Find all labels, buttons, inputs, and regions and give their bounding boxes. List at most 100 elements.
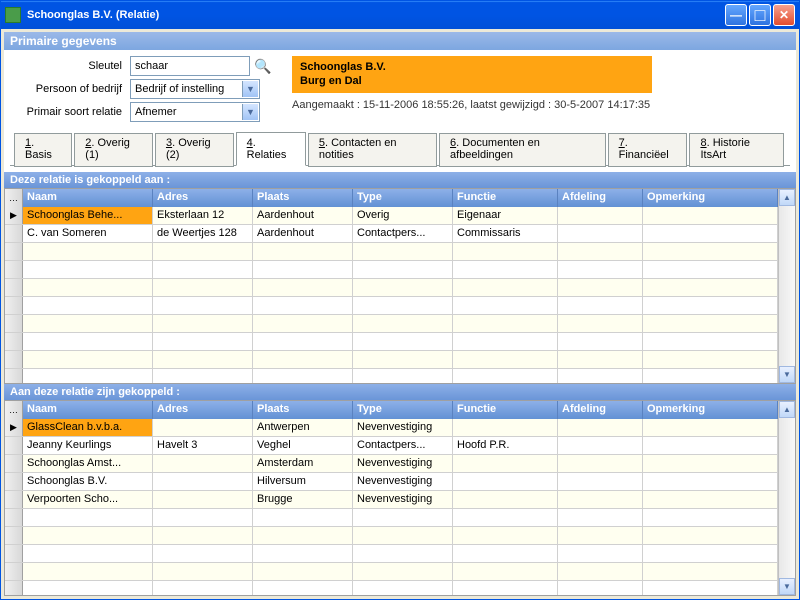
- row-selector[interactable]: [5, 261, 23, 278]
- tab-overig-2-[interactable]: 3. Overig (2): [155, 133, 234, 167]
- table-row[interactable]: Verpoorten Scho...BruggeNevenvestiging: [5, 491, 778, 509]
- tab-documenten-en-afbeeldingen[interactable]: 6. Documenten en afbeeldingen: [439, 133, 606, 167]
- column-header-plaats[interactable]: Plaats: [253, 189, 353, 207]
- column-header-afdeling[interactable]: Afdeling: [558, 401, 643, 419]
- table-row[interactable]: [5, 351, 778, 369]
- table-row[interactable]: Schoonglas Amst...AmsterdamNevenvestigin…: [5, 455, 778, 473]
- column-header-opmerking[interactable]: Opmerking: [643, 401, 778, 419]
- table-row[interactable]: [5, 509, 778, 527]
- primair-combo[interactable]: Afnemer ▼: [130, 102, 260, 122]
- row-selector[interactable]: [5, 527, 23, 544]
- column-header-functie[interactable]: Functie: [453, 189, 558, 207]
- row-selector[interactable]: [5, 437, 23, 454]
- row-selector[interactable]: [5, 509, 23, 526]
- table-row[interactable]: [5, 527, 778, 545]
- minimize-button[interactable]: —: [725, 4, 747, 26]
- table-row[interactable]: ▶Schoonglas Behe...Eksterlaan 12Aardenho…: [5, 207, 778, 225]
- table-row[interactable]: C. van Somerende Weertjes 128AardenhoutC…: [5, 225, 778, 243]
- close-button[interactable]: ✕: [773, 4, 795, 26]
- grid2-wrapper: …NaamAdresPlaatsTypeFunctieAfdelingOpmer…: [4, 400, 796, 596]
- column-header-plaats[interactable]: Plaats: [253, 401, 353, 419]
- row-selector[interactable]: [5, 297, 23, 314]
- cell-plaats: Veghel: [253, 437, 353, 454]
- cell-empty: [23, 545, 153, 562]
- row-selector[interactable]: ▶: [5, 207, 23, 224]
- table-row[interactable]: [5, 243, 778, 261]
- scroll-down-icon[interactable]: ▼: [779, 366, 795, 383]
- row-selector[interactable]: ▶: [5, 419, 23, 436]
- table-row[interactable]: [5, 297, 778, 315]
- column-header-opmerking[interactable]: Opmerking: [643, 189, 778, 207]
- cell-adres: [153, 455, 253, 472]
- row-selector[interactable]: [5, 563, 23, 580]
- tab-financi-el[interactable]: 7. Financiëel: [608, 133, 688, 167]
- table-row[interactable]: Schoonglas B.V.HilversumNevenvestiging: [5, 473, 778, 491]
- scroll-track[interactable]: [779, 418, 795, 578]
- column-header-type[interactable]: Type: [353, 189, 453, 207]
- row-selector[interactable]: [5, 581, 23, 595]
- cell-empty: [23, 279, 153, 296]
- tab-basis[interactable]: 1. Basis: [14, 133, 72, 167]
- tab-contacten-en-notities[interactable]: 5. Contacten en notities: [308, 133, 437, 167]
- row-selector-header[interactable]: …: [5, 189, 23, 207]
- grid1-scrollbar[interactable]: ▲ ▼: [778, 189, 795, 383]
- column-header-naam[interactable]: Naam: [23, 189, 153, 207]
- tab-relaties[interactable]: 4. Relaties: [236, 132, 306, 166]
- table-row[interactable]: [5, 333, 778, 351]
- row-selector[interactable]: [5, 333, 23, 350]
- scroll-down-icon[interactable]: ▼: [779, 578, 795, 595]
- column-header-functie[interactable]: Functie: [453, 401, 558, 419]
- grid1[interactable]: …NaamAdresPlaatsTypeFunctieAfdelingOpmer…: [5, 189, 778, 383]
- cell-empty: [558, 243, 643, 260]
- row-selector[interactable]: [5, 473, 23, 490]
- row-selector[interactable]: [5, 369, 23, 383]
- table-row[interactable]: [5, 279, 778, 297]
- search-icon[interactable]: 🔍: [254, 57, 272, 75]
- cell-empty: [643, 279, 778, 296]
- table-row[interactable]: [5, 261, 778, 279]
- sleutel-input[interactable]: [130, 56, 250, 76]
- cell-empty: [453, 351, 558, 368]
- cell-empty: [558, 545, 643, 562]
- tab-historie-itsart[interactable]: 8. Historie ItsArt: [689, 133, 784, 167]
- cell-empty: [353, 527, 453, 544]
- table-row[interactable]: [5, 315, 778, 333]
- grid2-scrollbar[interactable]: ▲ ▼: [778, 401, 795, 595]
- table-row[interactable]: ▶GlassClean b.v.b.a.AntwerpenNevenvestig…: [5, 419, 778, 437]
- table-row[interactable]: Jeanny KeurlingsHavelt 3VeghelContactper…: [5, 437, 778, 455]
- column-header-adres[interactable]: Adres: [153, 189, 253, 207]
- cell-empty: [23, 315, 153, 332]
- column-header-naam[interactable]: Naam: [23, 401, 153, 419]
- cell-empty: [353, 333, 453, 350]
- table-row[interactable]: [5, 563, 778, 581]
- scroll-track[interactable]: [779, 206, 795, 366]
- row-selector[interactable]: [5, 279, 23, 296]
- persoon-combo[interactable]: Bedrijf of instelling ▼: [130, 79, 260, 99]
- cell-afdeling: [558, 225, 643, 242]
- row-selector[interactable]: [5, 225, 23, 242]
- row-selector[interactable]: [5, 351, 23, 368]
- column-header-afdeling[interactable]: Afdeling: [558, 189, 643, 207]
- cell-empty: [353, 261, 453, 278]
- maximize-button[interactable]: □: [749, 4, 771, 26]
- table-row[interactable]: [5, 545, 778, 563]
- scroll-up-icon[interactable]: ▲: [779, 401, 795, 418]
- row-selector-header[interactable]: …: [5, 401, 23, 419]
- scroll-up-icon[interactable]: ▲: [779, 189, 795, 206]
- cell-empty: [153, 545, 253, 562]
- row-selector[interactable]: [5, 545, 23, 562]
- table-row[interactable]: [5, 369, 778, 383]
- cell-empty: [453, 279, 558, 296]
- cell-empty: [453, 527, 558, 544]
- row-selector[interactable]: [5, 491, 23, 508]
- table-row[interactable]: [5, 581, 778, 595]
- cell-empty: [558, 351, 643, 368]
- row-selector[interactable]: [5, 315, 23, 332]
- grid2[interactable]: …NaamAdresPlaatsTypeFunctieAfdelingOpmer…: [5, 401, 778, 595]
- titlebar[interactable]: Schoonglas B.V. (Relatie) — □ ✕: [1, 1, 799, 29]
- tab-overig-1-[interactable]: 2. Overig (1): [74, 133, 153, 167]
- column-header-adres[interactable]: Adres: [153, 401, 253, 419]
- row-selector[interactable]: [5, 243, 23, 260]
- column-header-type[interactable]: Type: [353, 401, 453, 419]
- row-selector[interactable]: [5, 455, 23, 472]
